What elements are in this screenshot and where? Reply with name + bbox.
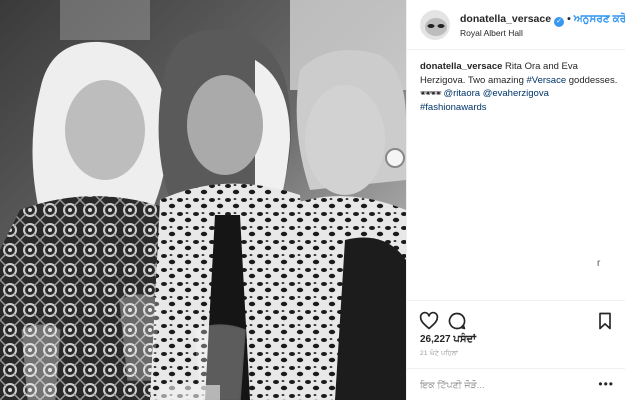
- comment-input[interactable]: [420, 378, 590, 392]
- mention-evaherzigova[interactable]: @evaherzigova: [483, 88, 549, 99]
- bookmark-icon[interactable]: [595, 311, 615, 331]
- more-options-icon[interactable]: •••: [598, 377, 614, 391]
- avatar[interactable]: [420, 10, 450, 40]
- post-photo-image: [0, 0, 406, 400]
- post-photo[interactable]: [0, 0, 406, 400]
- follow-button[interactable]: ਅਨੁਸਰਣ ਕਰੋ: [574, 13, 625, 25]
- instagram-post: donatella_versace ✓ • ਅਨੁਸਰਣ ਕਰੋ Royal Albe…: [0, 0, 625, 400]
- post-location[interactable]: Royal Albert Hall: [460, 28, 523, 38]
- verified-badge-icon: ✓: [554, 17, 565, 27]
- post-side-panel: donatella_versace ✓ • ਅਨੁਸਰਣ ਕਰੋ Royal Albe…: [406, 0, 625, 400]
- mention-ritaora[interactable]: @ritaora: [444, 88, 481, 99]
- hashtag-versace[interactable]: #Versace: [527, 75, 567, 86]
- avatar-image: [421, 11, 449, 39]
- post-caption: donatella_versace Rita Ora and Eva Herzi…: [420, 60, 618, 114]
- separator-dot: •: [567, 13, 571, 25]
- caption-username[interactable]: donatella_versace: [420, 61, 502, 72]
- post-timestamp[interactable]: 21 ਘੰਟੇ ਪਹਿਲਾਂ: [420, 350, 458, 358]
- sunglasses-emoji: 🕶🕶: [420, 88, 442, 98]
- stray-character: r: [597, 258, 601, 269]
- comment-bar: •••: [407, 368, 625, 400]
- author-line: donatella_versace ✓ • ਅਨੁਸਰਣ ਕਰੋ: [460, 13, 625, 27]
- like-count[interactable]: 26,227 ਪਸੰਦਾਂ: [420, 334, 476, 345]
- post-actions: [407, 300, 625, 338]
- post-header: donatella_versace ✓ • ਅਨੁਸਰਣ ਕਰੋ Royal Albe…: [407, 0, 625, 50]
- heart-icon[interactable]: [419, 311, 439, 331]
- comment-bubble-icon[interactable]: [447, 311, 467, 331]
- caption-text-2: goddesses.: [566, 74, 618, 86]
- author-username[interactable]: donatella_versace: [460, 13, 551, 25]
- hashtag-fashionawards[interactable]: #fashionawards: [420, 102, 487, 113]
